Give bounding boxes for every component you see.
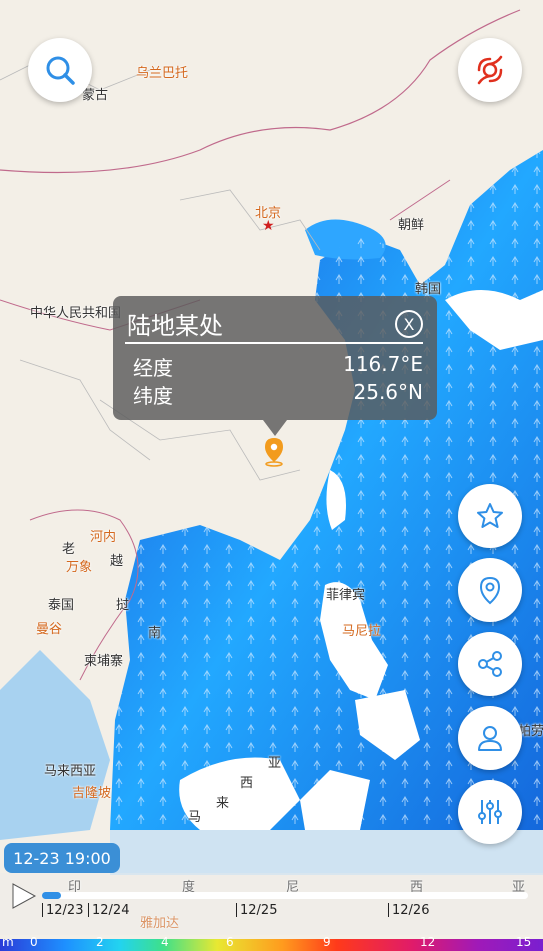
popup-row-longitude: 经度 116.7°E — [133, 352, 423, 381]
user-button[interactable] — [458, 706, 522, 770]
map-label: 曼谷 — [36, 622, 63, 637]
map-label: 乌兰巴托 — [136, 66, 189, 81]
legend-label: m — [2, 935, 14, 949]
current-time-badge: 12-23 19:00 — [4, 843, 120, 873]
timeline-progress — [42, 892, 62, 899]
legend-label: 0 — [30, 935, 38, 949]
location-popup: 陆地某处 X 经度 116.7°E 纬度 25.6°N — [113, 296, 437, 436]
share-icon — [478, 651, 502, 677]
divider — [125, 342, 423, 344]
map-label: 柬埔寨 — [84, 654, 124, 669]
play-button[interactable] — [8, 881, 38, 911]
location-button[interactable] — [458, 558, 522, 622]
popup-row-value: 116.7°E — [343, 352, 423, 376]
favorite-button[interactable] — [458, 484, 522, 548]
popup-row-label: 经度 — [133, 356, 173, 380]
map-label: 挝 — [116, 598, 130, 613]
map-label: 越 — [110, 554, 124, 569]
star-icon — [477, 503, 503, 528]
typhoon-icon — [477, 55, 503, 85]
timeline-tick: 12/23 — [41, 903, 84, 918]
close-button[interactable]: X — [395, 310, 423, 338]
timeline-slider[interactable] — [42, 892, 528, 899]
map-label: 泰国 — [48, 598, 75, 613]
map-label: 万象 — [66, 560, 93, 575]
popup-pointer — [263, 420, 287, 436]
popup-row-label: 纬度 — [133, 384, 173, 408]
map-label: 亚 — [268, 756, 282, 771]
location-pin-icon — [479, 576, 501, 605]
map-label: 马 — [188, 810, 202, 825]
legend-label: 2 — [96, 935, 104, 949]
map-label: 西 — [240, 776, 254, 791]
play-icon — [12, 883, 37, 909]
map-label: 老 — [62, 542, 76, 557]
map-label: 来 — [216, 796, 230, 811]
timeline-tick: 12/25 — [235, 903, 278, 918]
legend-label: 6 — [226, 935, 234, 949]
timeline: 12/23 12/24 12/25 12/26 — [0, 873, 543, 935]
typhoon-button[interactable] — [458, 38, 522, 102]
map-label: 河内 — [90, 530, 117, 545]
popup-row-value: 25.6°N — [353, 380, 424, 404]
popup-row-latitude: 纬度 25.6°N — [133, 380, 423, 409]
map-label: 马尼拉 — [342, 624, 382, 639]
map-label: 北京 — [255, 206, 282, 221]
legend-color-bar — [0, 939, 543, 951]
map-label: 中华人民共和国 — [30, 306, 122, 321]
map-label: 马来西亚 — [44, 764, 97, 779]
legend-label: 9 — [323, 935, 331, 949]
search-icon — [46, 56, 75, 85]
user-icon — [478, 726, 502, 751]
timeline-tick: 12/26 — [387, 903, 430, 918]
legend-label: 12 — [420, 935, 436, 949]
popup-title: 陆地某处 — [127, 312, 223, 340]
map-label: 韩国 — [415, 282, 442, 297]
map-label: 菲律宾 — [326, 588, 366, 603]
legend-label: 15 — [516, 935, 532, 949]
map-label: 南 — [148, 626, 162, 641]
share-button[interactable] — [458, 632, 522, 696]
sliders-icon — [478, 800, 502, 824]
map-label: 吉隆坡 — [72, 786, 112, 801]
legend-label: 4 — [161, 935, 169, 949]
map-label: 朝鲜 — [398, 218, 425, 233]
wave-height-legend: m 0 2 4 6 9 12 15 — [0, 935, 543, 951]
timeline-tick: 12/24 — [87, 903, 130, 918]
settings-button[interactable] — [458, 780, 522, 844]
search-button[interactable] — [28, 38, 92, 102]
